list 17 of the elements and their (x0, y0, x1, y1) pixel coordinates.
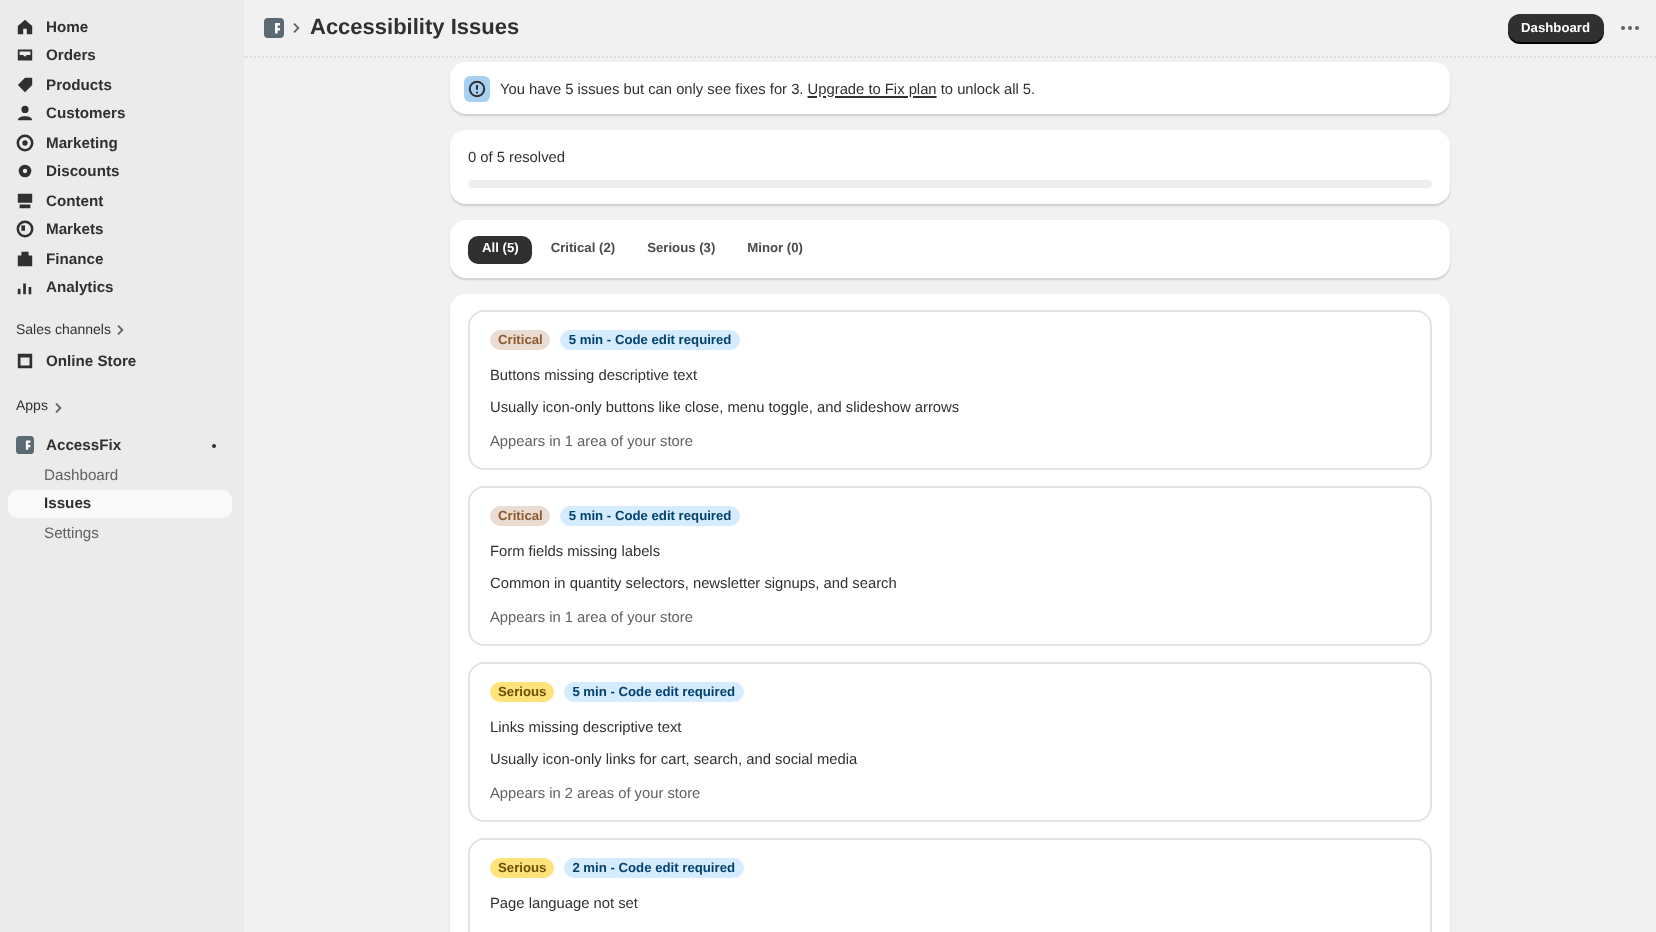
app-logo-icon (264, 18, 284, 38)
nav-icon (16, 104, 34, 123)
chevron-icon (116, 324, 125, 336)
nav-icon (16, 75, 34, 94)
nav-icon (16, 220, 34, 239)
nav-icon (16, 46, 34, 65)
more-icon[interactable] (1620, 24, 1640, 32)
nav-icon (16, 278, 34, 297)
app-icon (16, 436, 34, 455)
chevron-icon (292, 22, 300, 34)
nav-icon (16, 249, 34, 268)
nav-icon (16, 351, 34, 370)
info-icon (464, 75, 490, 101)
nav-icon (16, 17, 34, 36)
page-title: Accessibility Issues (310, 16, 522, 40)
nav-icon (16, 191, 34, 210)
chevron-icon (53, 401, 62, 413)
